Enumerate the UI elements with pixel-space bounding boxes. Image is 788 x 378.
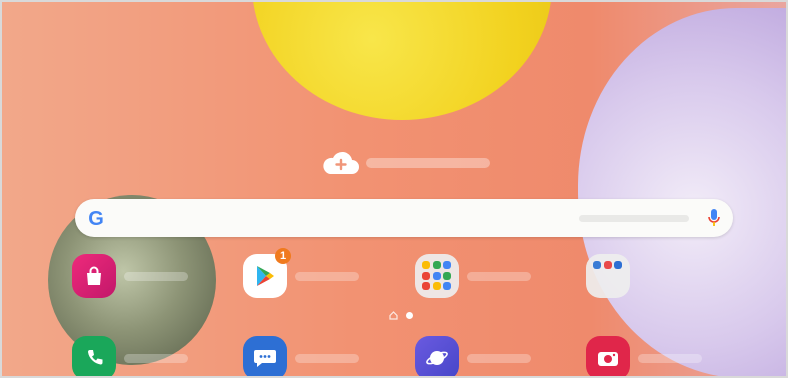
weather-widget[interactable] (320, 150, 490, 176)
planet-icon (426, 351, 448, 365)
app-label (638, 354, 702, 363)
microphone-icon[interactable] (707, 208, 721, 228)
app-label (124, 272, 188, 281)
home-screen: G 1 (0, 0, 788, 378)
cloud-plus-icon (323, 151, 359, 174)
google-search-bar[interactable]: G (75, 199, 733, 237)
folder-grid-icon (422, 261, 452, 291)
weather-widget-text (366, 158, 490, 168)
notification-badge: 1 (275, 248, 291, 264)
wallpaper-lavender-shape (578, 8, 788, 378)
app-label (467, 272, 531, 281)
app-label (295, 354, 359, 363)
page-indicator[interactable] (389, 311, 413, 320)
camera-app[interactable] (586, 336, 630, 378)
folder-grid-icon (593, 261, 623, 291)
home-page-icon (389, 311, 398, 320)
play-store-app[interactable]: 1 (243, 248, 291, 298)
phone-app[interactable] (72, 336, 116, 378)
search-hint (579, 215, 689, 222)
tools-folder[interactable] (586, 254, 630, 298)
camera-icon (598, 352, 618, 366)
internet-app[interactable] (415, 336, 459, 378)
app-label (295, 272, 359, 281)
app-label (467, 354, 531, 363)
app-label (124, 354, 188, 363)
page-dot-current (406, 312, 413, 319)
shopping-bag-icon (87, 266, 101, 285)
messages-app[interactable] (243, 336, 287, 378)
google-folder[interactable] (415, 254, 459, 298)
play-triangle-icon (257, 266, 274, 286)
wallpaper-yellow-shape (252, 0, 552, 120)
phone-icon (88, 350, 103, 365)
galaxy-store-app[interactable] (72, 254, 116, 298)
message-bubble-icon (254, 350, 276, 367)
google-icon: G (88, 208, 104, 230)
